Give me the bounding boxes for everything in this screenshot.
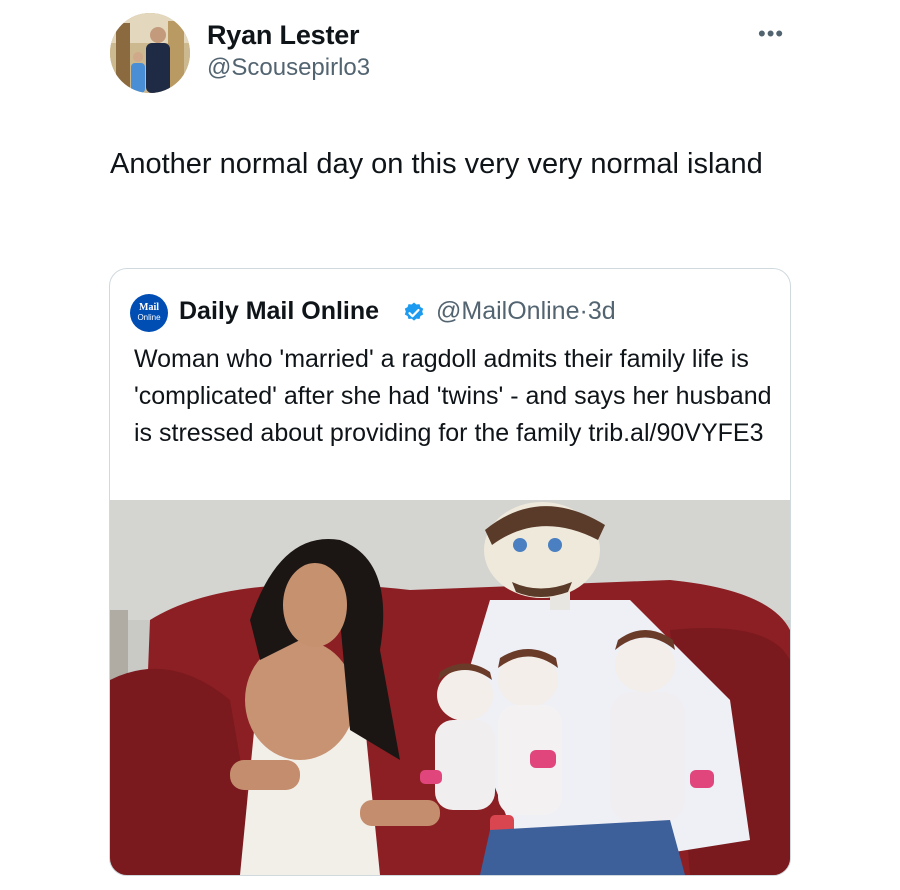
quoted-author-name[interactable]: Daily Mail Online bbox=[179, 297, 379, 326]
logo-line-1: Mail bbox=[139, 302, 159, 313]
author-avatar[interactable] bbox=[110, 13, 190, 93]
quoted-author-handle[interactable]: @MailOnline bbox=[436, 297, 579, 325]
logo-line-2: Online bbox=[137, 313, 161, 322]
avatar-photo bbox=[110, 13, 190, 93]
daily-mail-logo: Mail Online bbox=[130, 294, 168, 332]
author-handle[interactable]: @Scousepirlo3 bbox=[207, 54, 370, 82]
quoted-post-text: Woman who 'married' a ragdoll admits the… bbox=[134, 345, 772, 447]
quoted-meta: @MailOnline·3d bbox=[436, 297, 616, 326]
author-name[interactable]: Ryan Lester bbox=[207, 20, 360, 51]
meta-separator: · bbox=[579, 297, 588, 325]
quoted-post-photo[interactable] bbox=[110, 500, 790, 875]
verified-badge-icon bbox=[404, 302, 424, 321]
more-options-icon[interactable]: ••• bbox=[758, 21, 784, 47]
quoted-timestamp[interactable]: 3d bbox=[588, 297, 616, 325]
quoted-post-card[interactable]: Mail Online Daily Mail Online @MailOnlin… bbox=[109, 268, 791, 876]
post-text: Another normal day on this very very nor… bbox=[110, 148, 763, 180]
